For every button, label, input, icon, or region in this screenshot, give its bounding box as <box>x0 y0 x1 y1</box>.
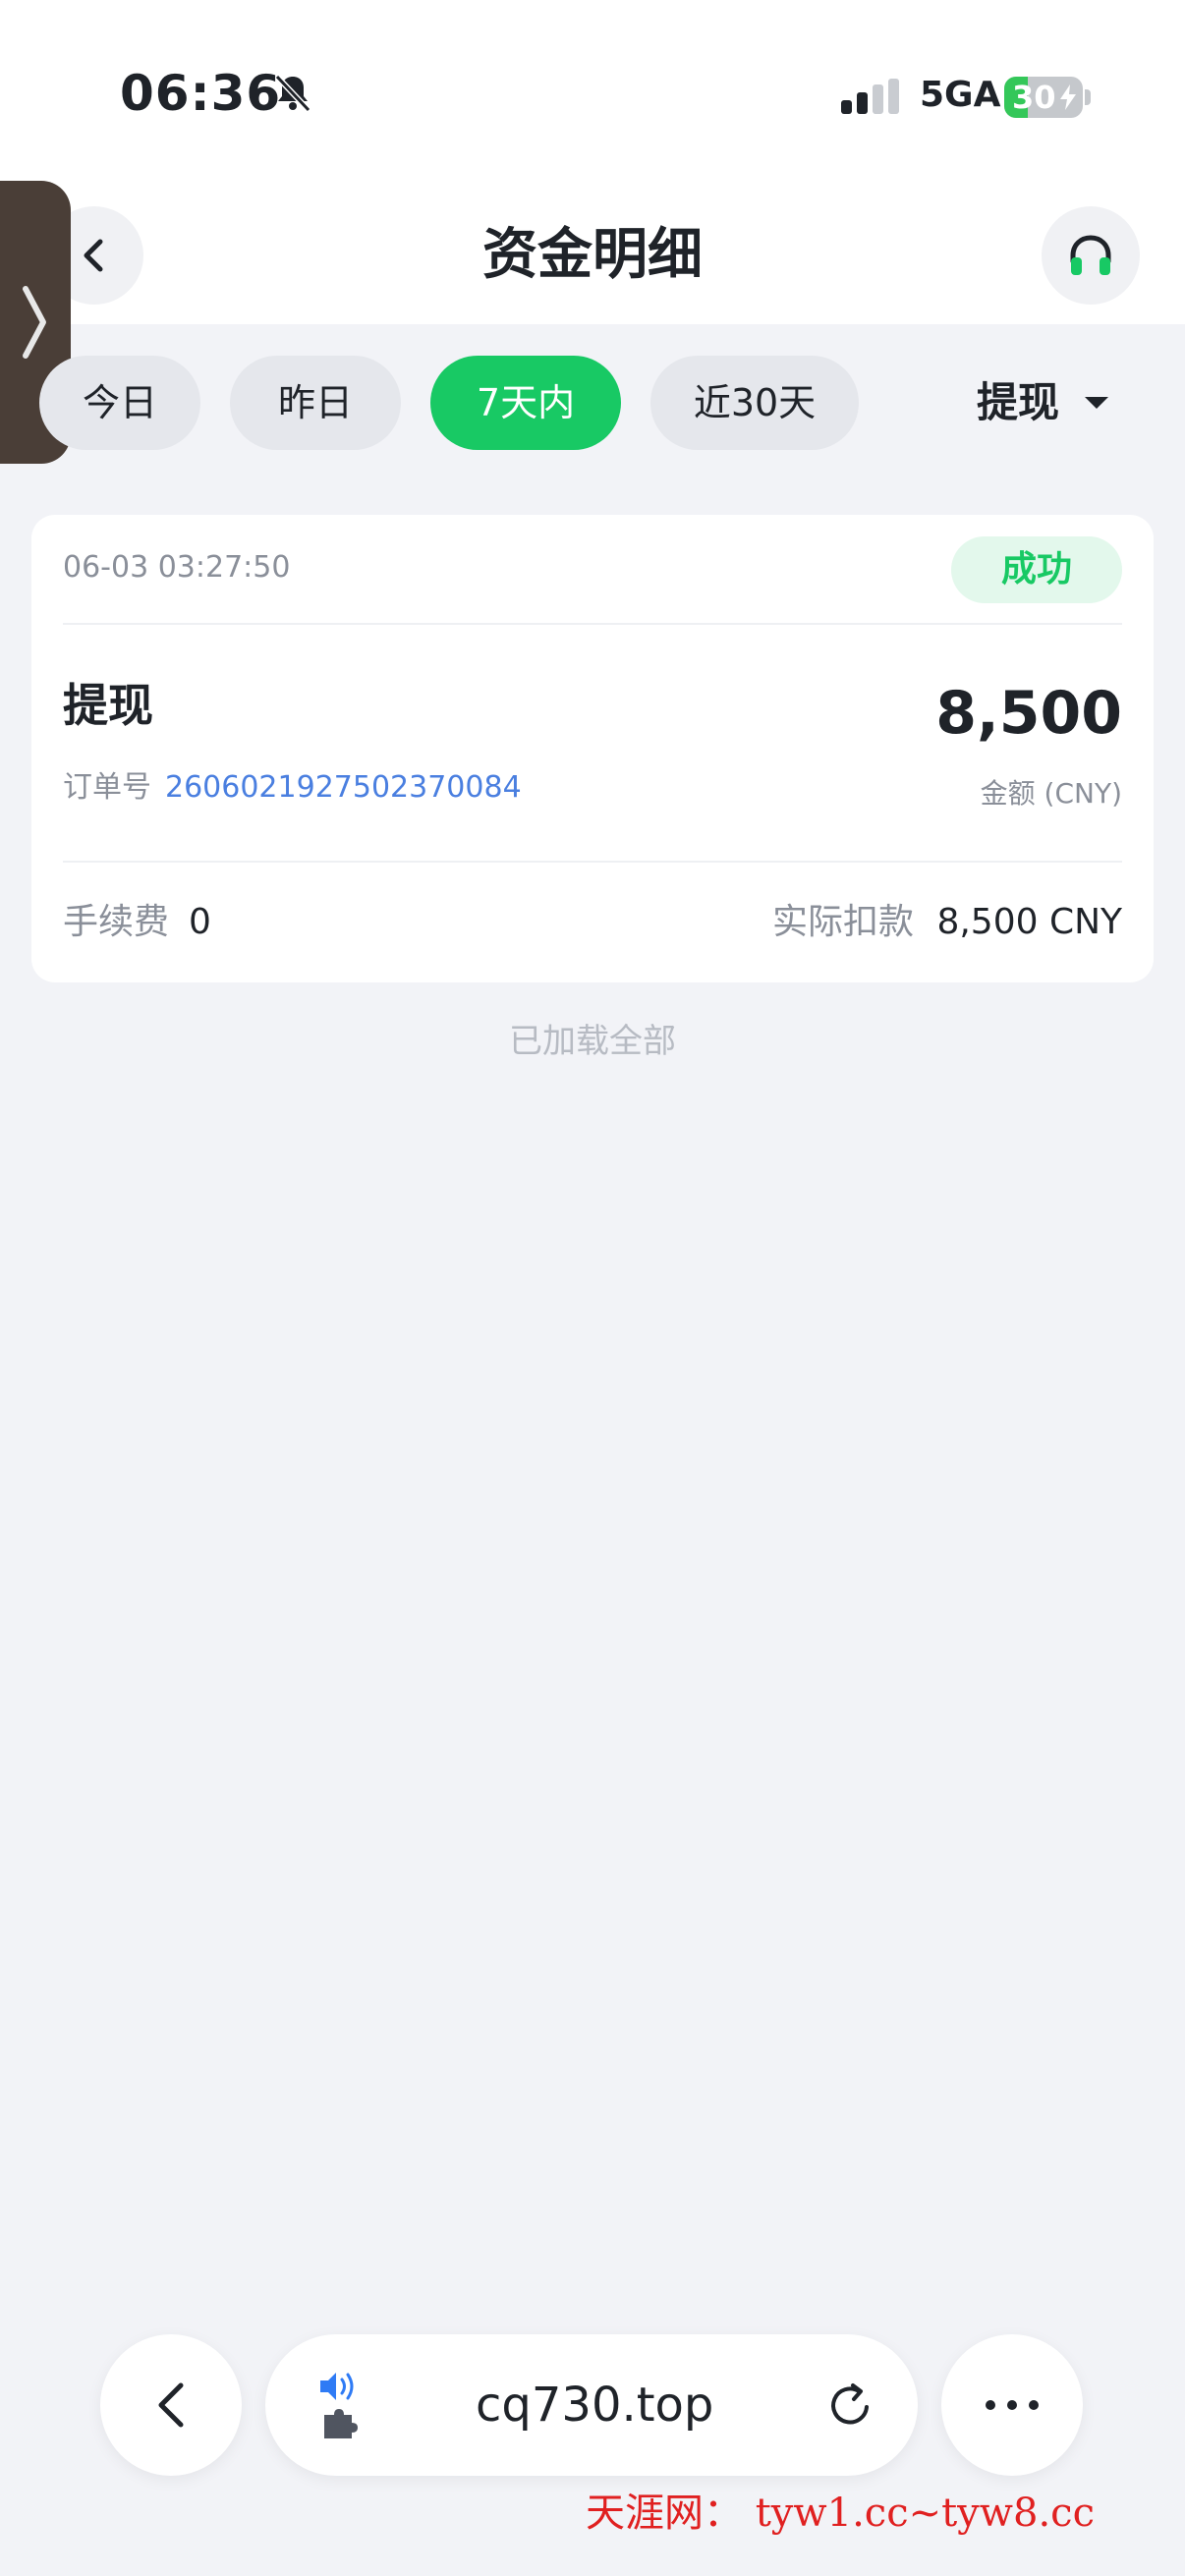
filter-yesterday[interactable]: 昨日 <box>230 356 401 450</box>
watermark-text: 天涯网： tyw1.cc~tyw8.cc <box>586 2491 1095 2536</box>
puzzle-icon <box>324 2409 358 2438</box>
battery-tip <box>1085 89 1091 105</box>
bell-slash-icon <box>274 74 311 113</box>
list-end-text: 已加载全部 <box>509 1022 676 1061</box>
card-divider-top <box>63 623 1122 625</box>
status-time: 06:36 <box>120 65 282 122</box>
filter-today[interactable]: 今日 <box>39 356 200 450</box>
browser-back-button[interactable] <box>100 2334 242 2476</box>
record-type: 提现 <box>63 679 153 732</box>
status-badge: 成功 <box>951 536 1122 603</box>
order-label: 订单号 <box>63 770 151 805</box>
network-type: 5GA <box>920 75 1001 115</box>
filter-30days[interactable]: 近30天 <box>650 356 859 450</box>
battery-indicator: 30 <box>1004 77 1083 118</box>
actual-deduction-value: 8,500 CNY <box>936 902 1122 942</box>
signal-icon <box>841 79 899 114</box>
speaker-icon <box>320 2373 354 2400</box>
url-text[interactable]: cq730.top <box>476 2374 713 2436</box>
caret-down-icon[interactable] <box>1085 397 1108 409</box>
chevron-right-icon <box>23 286 46 359</box>
reload-icon <box>831 2383 869 2425</box>
order-number[interactable]: 2606021927502370084 <box>165 766 522 810</box>
record-time: 06-03 03:27:50 <box>63 550 291 585</box>
more-button[interactable] <box>941 2334 1083 2476</box>
bolt-icon <box>1060 84 1076 110</box>
fee-label: 手续费 <box>63 902 170 942</box>
page-title: 资金明细 <box>482 223 703 287</box>
fee-value: 0 <box>189 902 211 942</box>
card-divider-bottom <box>63 861 1122 863</box>
amount-label: 金额 (CNY) <box>980 777 1122 810</box>
chevron-left-icon <box>158 2382 184 2428</box>
customer-service-button[interactable] <box>1042 206 1140 305</box>
record-amount: 8,500 <box>935 679 1122 748</box>
type-select[interactable]: 提现 <box>977 367 1059 438</box>
battery-level: 30 <box>1012 79 1056 116</box>
more-icon <box>986 2400 1039 2410</box>
filter-7days[interactable]: 7天内 <box>430 356 621 450</box>
actual-deduction-label: 实际扣款 <box>772 902 915 942</box>
headphones-icon <box>1070 235 1111 275</box>
